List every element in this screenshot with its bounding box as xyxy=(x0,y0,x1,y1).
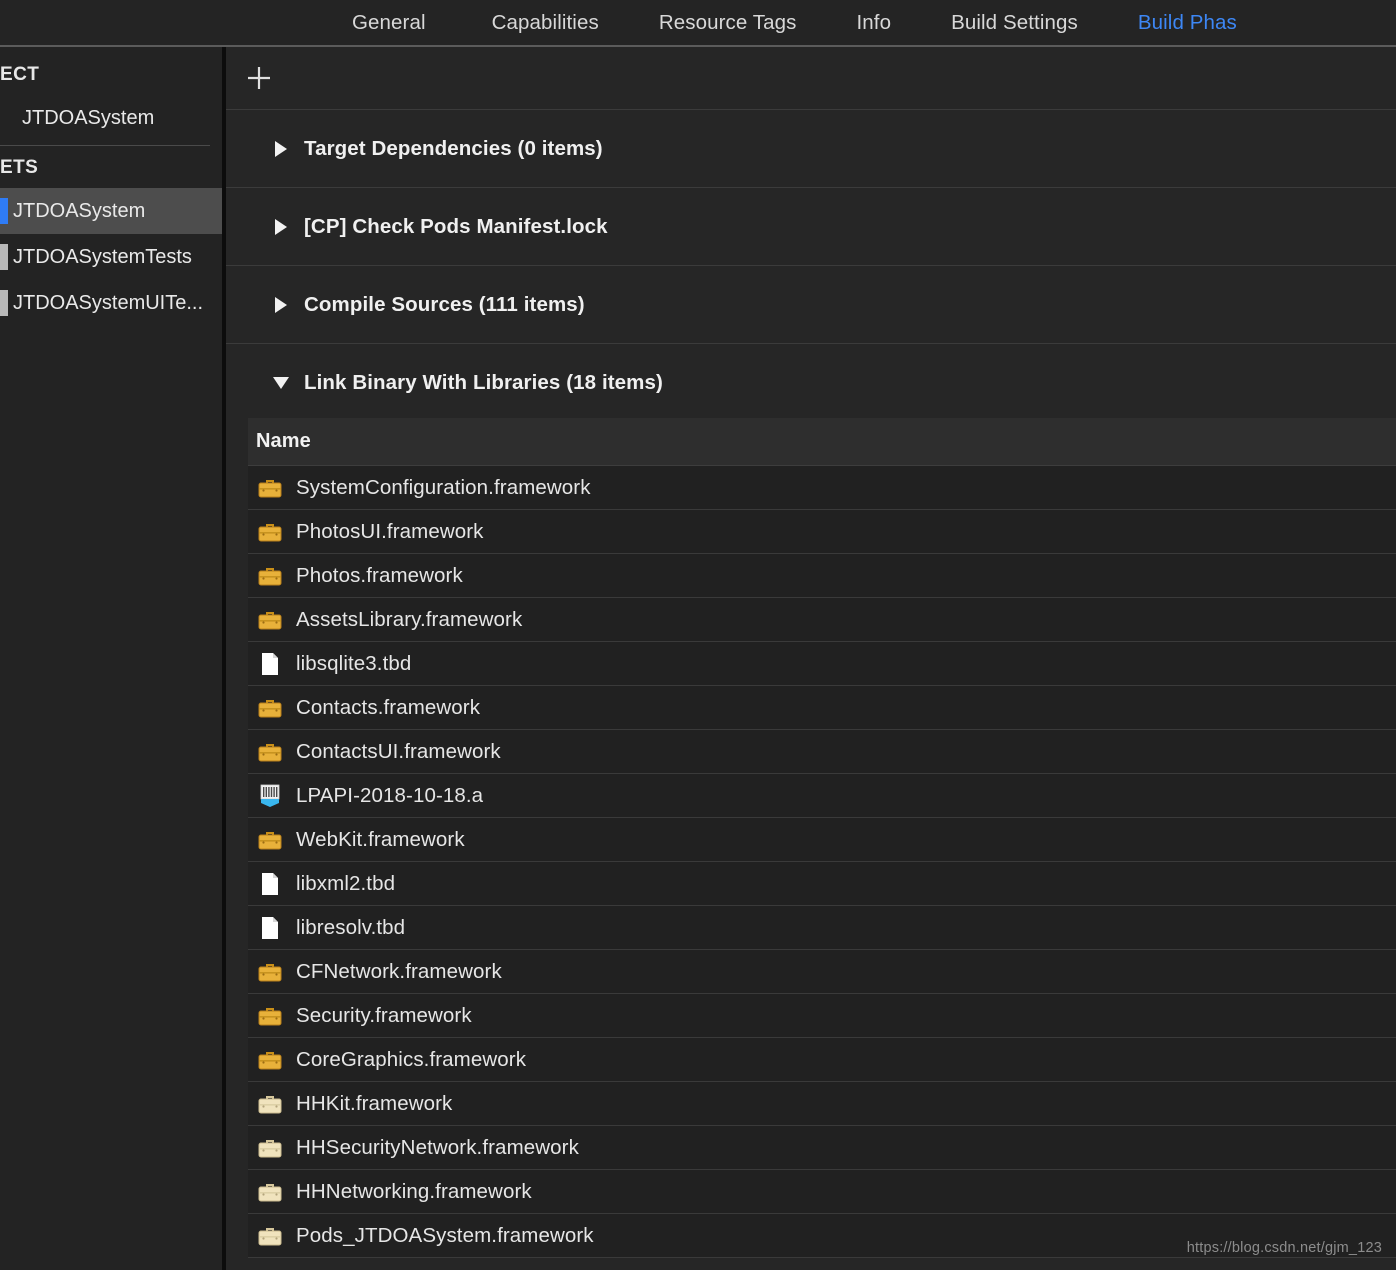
table-row[interactable]: Photos.framework xyxy=(248,554,1396,598)
sidebar-project-item-label: JTDOASystem xyxy=(22,106,155,129)
sidebar-targets-header: ETS xyxy=(0,157,39,178)
framework-icon xyxy=(256,958,284,986)
tab-build-phases[interactable]: Build Phas xyxy=(1108,0,1237,45)
sidebar-target-jtdoasystemtests[interactable]: JTDOASystemTests xyxy=(0,234,222,280)
library-name: libxml2.tbd xyxy=(296,871,396,895)
sidebar-target-jtdoasystem[interactable]: JTDOASystem xyxy=(0,188,222,234)
chevron-right-icon[interactable] xyxy=(270,293,292,317)
library-name: Contacts.framework xyxy=(296,695,481,719)
link-binary-libraries-table: Name SystemConfiguration.framework Photo… xyxy=(248,418,1396,1258)
sidebar-project-header: ECT xyxy=(0,64,40,85)
custom-framework-icon xyxy=(256,1090,284,1118)
sidebar-divider xyxy=(0,145,210,146)
framework-icon xyxy=(256,694,284,722)
sidebar-target-jtdoasystemuitests[interactable]: JTDOASystemUITe... xyxy=(0,280,222,326)
chevron-down-icon[interactable] xyxy=(270,371,292,395)
library-name: SystemConfiguration.framework xyxy=(296,475,591,499)
xcode-build-phases-screen: General Capabilities Resource Tags Info … xyxy=(0,0,1396,1270)
custom-framework-icon xyxy=(256,1222,284,1250)
table-row[interactable]: libsqlite3.tbd xyxy=(248,642,1396,686)
framework-icon xyxy=(256,738,284,766)
library-name: CoreGraphics.framework xyxy=(296,1047,527,1071)
library-name: CFNetwork.framework xyxy=(296,959,502,983)
framework-icon xyxy=(256,1046,284,1074)
phase-target-dependencies[interactable]: Target Dependencies (0 items) xyxy=(226,110,1396,188)
table-row[interactable]: HHKit.framework xyxy=(248,1082,1396,1126)
sidebar-project-item-jtdoasystem[interactable]: JTDOASystem xyxy=(0,95,222,141)
framework-icon xyxy=(256,826,284,854)
table-row[interactable]: ContactsUI.framework xyxy=(248,730,1396,774)
library-name: LPAPI-2018-10-18.a xyxy=(296,783,484,807)
sidebar-target-label: JTDOASystemTests xyxy=(13,245,192,268)
table-row[interactable]: CoreGraphics.framework xyxy=(248,1038,1396,1082)
framework-icon xyxy=(256,1002,284,1030)
app-target-icon xyxy=(0,198,8,224)
library-name: PhotosUI.framework xyxy=(296,519,484,543)
add-build-phase-button[interactable] xyxy=(240,59,278,97)
library-name: Photos.framework xyxy=(296,563,463,587)
framework-icon xyxy=(256,562,284,590)
custom-framework-icon xyxy=(256,1134,284,1162)
tabbar-tabs: General Capabilities Resource Tags Info … xyxy=(0,0,1237,45)
table-row[interactable]: Security.framework xyxy=(248,994,1396,1038)
static-library-icon xyxy=(256,782,284,810)
tab-general[interactable]: General xyxy=(352,0,462,45)
phase-title: Target Dependencies (0 items) xyxy=(304,136,603,160)
phase-title: Compile Sources (111 items) xyxy=(304,292,585,316)
library-name: libsqlite3.tbd xyxy=(296,651,412,675)
phase-compile-sources[interactable]: Compile Sources (111 items) xyxy=(226,266,1396,344)
table-header-row: Name xyxy=(248,418,1396,466)
library-name: HHNetworking.framework xyxy=(296,1179,532,1203)
tbd-document-icon xyxy=(256,650,284,678)
table-row[interactable]: CFNetwork.framework xyxy=(248,950,1396,994)
tab-build-settings[interactable]: Build Settings xyxy=(921,0,1108,45)
tab-info[interactable]: Info xyxy=(827,0,922,45)
phase-check-pods-manifest[interactable]: [CP] Check Pods Manifest.lock xyxy=(226,188,1396,266)
tbd-document-icon xyxy=(256,870,284,898)
tab-capabilities[interactable]: Capabilities xyxy=(462,0,629,45)
library-name: ContactsUI.framework xyxy=(296,739,501,763)
framework-icon xyxy=(256,606,284,634)
library-name: HHSecurityNetwork.framework xyxy=(296,1135,579,1159)
table-row[interactable]: SystemConfiguration.framework xyxy=(248,466,1396,510)
sidebar-target-label: JTDOASystemUITe... xyxy=(13,291,204,314)
table-row[interactable]: LPAPI-2018-10-18.a xyxy=(248,774,1396,818)
table-row[interactable]: HHNetworking.framework xyxy=(248,1170,1396,1214)
phase-title: Link Binary With Libraries (18 items) xyxy=(304,371,663,394)
framework-icon xyxy=(256,518,284,546)
project-icon xyxy=(0,105,8,131)
chevron-right-icon[interactable] xyxy=(270,137,292,161)
library-name: libresolv.tbd xyxy=(296,915,406,939)
chevron-right-icon[interactable] xyxy=(270,215,292,239)
table-row[interactable]: Contacts.framework xyxy=(248,686,1396,730)
library-name: AssetsLibrary.framework xyxy=(296,607,523,631)
custom-framework-icon xyxy=(256,1178,284,1206)
plus-icon xyxy=(244,63,274,93)
table-row[interactable]: PhotosUI.framework xyxy=(248,510,1396,554)
build-phases-toolbar xyxy=(226,47,1396,110)
column-header-name: Name xyxy=(256,430,311,452)
library-name: HHKit.framework xyxy=(296,1091,453,1115)
uitest-target-icon xyxy=(0,290,8,316)
table-row[interactable]: libxml2.tbd xyxy=(248,862,1396,906)
library-name: Pods_JTDOASystem.framework xyxy=(296,1223,594,1247)
table-row[interactable]: HHSecurityNetwork.framework xyxy=(248,1126,1396,1170)
watermark-url: https://blog.csdn.net/gjm_123 xyxy=(1186,1240,1382,1256)
table-row[interactable]: WebKit.framework xyxy=(248,818,1396,862)
sidebar-target-label: JTDOASystem xyxy=(13,199,146,222)
phase-link-binary-with-libraries[interactable]: Link Binary With Libraries (18 items) xyxy=(226,344,1396,422)
phase-title: [CP] Check Pods Manifest.lock xyxy=(304,214,608,238)
table-row[interactable]: AssetsLibrary.framework xyxy=(248,598,1396,642)
test-target-icon xyxy=(0,244,8,270)
library-name: WebKit.framework xyxy=(296,827,465,851)
library-name: Security.framework xyxy=(296,1003,472,1027)
project-targets-sidebar: ECT JTDOASystem ETS JTDOASystem JTDOASys… xyxy=(0,47,222,1270)
target-editor-tabbar: General Capabilities Resource Tags Info … xyxy=(0,0,1396,45)
tab-resource-tags[interactable]: Resource Tags xyxy=(629,0,827,45)
table-row[interactable]: libresolv.tbd xyxy=(248,906,1396,950)
framework-icon xyxy=(256,474,284,502)
tbd-document-icon xyxy=(256,914,284,942)
